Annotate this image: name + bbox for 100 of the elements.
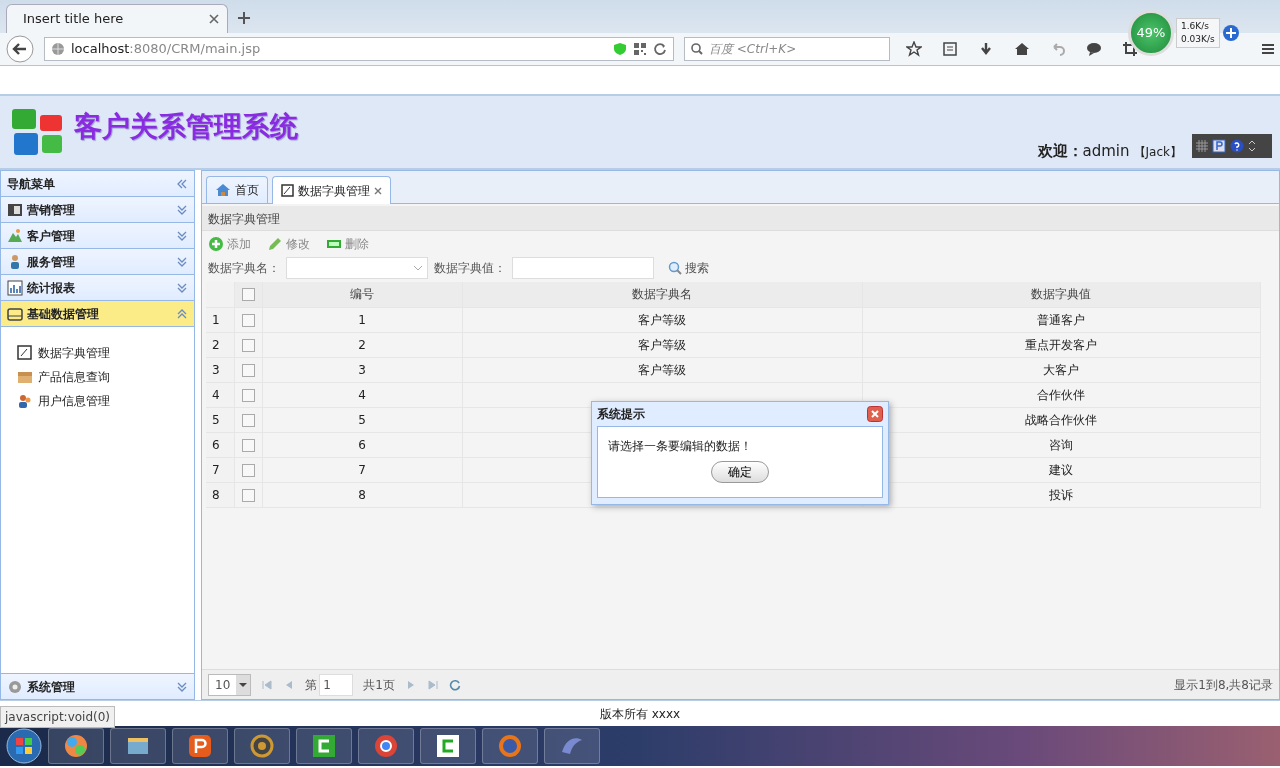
table-cell: 1 xyxy=(262,307,462,332)
dialog-title: 系统提示 xyxy=(597,406,645,423)
last-page-icon[interactable] xyxy=(426,678,439,691)
add-icon xyxy=(208,236,224,252)
table-cell: 3 xyxy=(262,357,462,382)
download-icon[interactable] xyxy=(978,41,994,57)
checkbox[interactable] xyxy=(241,363,255,377)
search-icon xyxy=(691,43,703,55)
page-size-select[interactable]: 10 xyxy=(208,673,252,696)
presentation-icon[interactable] xyxy=(186,732,214,760)
upload-rate: 1.6K/s xyxy=(1181,20,1210,33)
browser-tab[interactable]: Insert title here xyxy=(6,4,228,33)
accordion-header[interactable]: 客户管理 xyxy=(1,223,194,249)
search-icon xyxy=(668,261,682,275)
table-cell: 4 xyxy=(262,382,462,407)
close-icon[interactable] xyxy=(209,14,219,24)
bracket-icon[interactable] xyxy=(434,732,462,760)
menu-icon[interactable] xyxy=(1260,41,1276,57)
close-icon[interactable] xyxy=(867,406,883,422)
delete-button[interactable]: 删除 xyxy=(326,235,369,253)
bookmark-star-icon[interactable] xyxy=(906,41,922,57)
checkbox[interactable] xyxy=(241,488,255,502)
crop-icon[interactable] xyxy=(1122,41,1138,57)
start-button-icon[interactable] xyxy=(6,728,42,764)
checkbox[interactable] xyxy=(241,438,255,452)
expand-icon[interactable] xyxy=(176,256,188,267)
chevron-down-icon xyxy=(413,265,423,271)
browser-icon[interactable] xyxy=(372,732,400,760)
accordion-header[interactable]: 营销管理 xyxy=(1,197,194,223)
chat-icon[interactable] xyxy=(1086,41,1102,57)
reload-icon[interactable] xyxy=(653,42,667,56)
column-header: 数据字典值 xyxy=(862,282,1260,307)
row-number: 3 xyxy=(206,357,234,382)
expand-icon[interactable] xyxy=(176,230,188,241)
field-label: 数据字典名： xyxy=(208,260,280,277)
first-page-icon[interactable] xyxy=(261,678,274,691)
collapse-icon[interactable] xyxy=(176,178,188,189)
accordion-header[interactable]: 系统管理 xyxy=(1,673,194,699)
help-icon[interactable] xyxy=(1230,139,1244,153)
add-icon[interactable] xyxy=(1221,24,1240,42)
refresh-icon[interactable] xyxy=(448,678,461,691)
row-number: 5 xyxy=(206,407,234,432)
close-icon[interactable] xyxy=(374,186,382,195)
checkbox[interactable] xyxy=(241,338,255,352)
column-header: 编号 xyxy=(262,282,462,307)
ok-button[interactable]: 确定 xyxy=(711,461,769,483)
scroll-arrows-icon[interactable] xyxy=(1248,139,1256,153)
expand-icon[interactable] xyxy=(176,282,188,293)
document-icon xyxy=(17,345,33,361)
sidebar-item[interactable]: 产品信息查询 xyxy=(1,365,194,389)
field-label: 数据字典值： xyxy=(434,260,506,277)
table-cell: 5 xyxy=(262,407,462,432)
reading-list-icon[interactable] xyxy=(942,41,958,57)
row-number: 1 xyxy=(206,307,234,332)
expand-icon[interactable] xyxy=(176,681,188,692)
table-cell: 2 xyxy=(262,332,462,357)
new-tab-icon[interactable] xyxy=(238,12,250,24)
home-icon[interactable] xyxy=(1014,41,1030,57)
accordion-header[interactable]: 统计报表 xyxy=(1,275,194,301)
dropdown-field[interactable] xyxy=(286,257,428,279)
sidebar-item[interactable]: 用户信息管理 xyxy=(1,389,194,413)
checkbox[interactable] xyxy=(241,313,255,327)
row-number: 7 xyxy=(206,457,234,482)
row-number: 8 xyxy=(206,482,234,507)
expand-icon[interactable] xyxy=(176,204,188,215)
checkbox[interactable] xyxy=(241,463,255,477)
back-icon[interactable] xyxy=(6,35,34,63)
qr-code-icon[interactable] xyxy=(633,42,647,56)
checkbox[interactable] xyxy=(241,388,255,402)
collapse-icon[interactable] xyxy=(176,308,188,319)
bracket-icon[interactable] xyxy=(310,732,338,760)
menu-board-icon xyxy=(7,201,23,218)
download-rate: 0.03K/s xyxy=(1181,33,1215,46)
table-cell: 普通客户 xyxy=(862,307,1260,332)
page-label: 第 xyxy=(305,676,318,694)
tab[interactable]: 数据字典管理 xyxy=(272,176,391,204)
box-icon xyxy=(17,369,33,385)
sidebar-item[interactable]: 数据字典管理 xyxy=(1,341,194,365)
tab[interactable]: 首页 xyxy=(206,176,268,203)
circles-icon[interactable] xyxy=(62,732,90,760)
grid-icon[interactable] xyxy=(1196,140,1208,152)
user-name: 【Jack】 xyxy=(1133,144,1182,159)
mountain-icon xyxy=(7,227,23,244)
pencil-icon xyxy=(267,236,283,252)
accordion-header[interactable]: 基础数据管理 xyxy=(1,301,194,327)
table-cell: 7 xyxy=(262,457,462,482)
checkbox[interactable] xyxy=(241,413,255,427)
checkbox[interactable] xyxy=(241,288,255,302)
page-input[interactable]: 1 xyxy=(319,673,354,696)
pinyin-icon[interactable] xyxy=(1212,139,1226,153)
shield-icon[interactable] xyxy=(613,42,627,56)
search-button[interactable]: 搜索 xyxy=(668,259,709,277)
undo-icon[interactable] xyxy=(1050,41,1066,57)
input-field[interactable] xyxy=(512,257,654,279)
home-icon xyxy=(215,183,231,197)
address-bar[interactable]: localhost:8080/CRM/main.jsp xyxy=(44,37,674,61)
accordion-header[interactable]: 服务管理 xyxy=(1,249,194,275)
table-cell: 客户等级 xyxy=(462,307,862,332)
table-cell: 8 xyxy=(262,482,462,507)
search-field[interactable]: 百度 <Ctrl+K> xyxy=(684,37,890,61)
